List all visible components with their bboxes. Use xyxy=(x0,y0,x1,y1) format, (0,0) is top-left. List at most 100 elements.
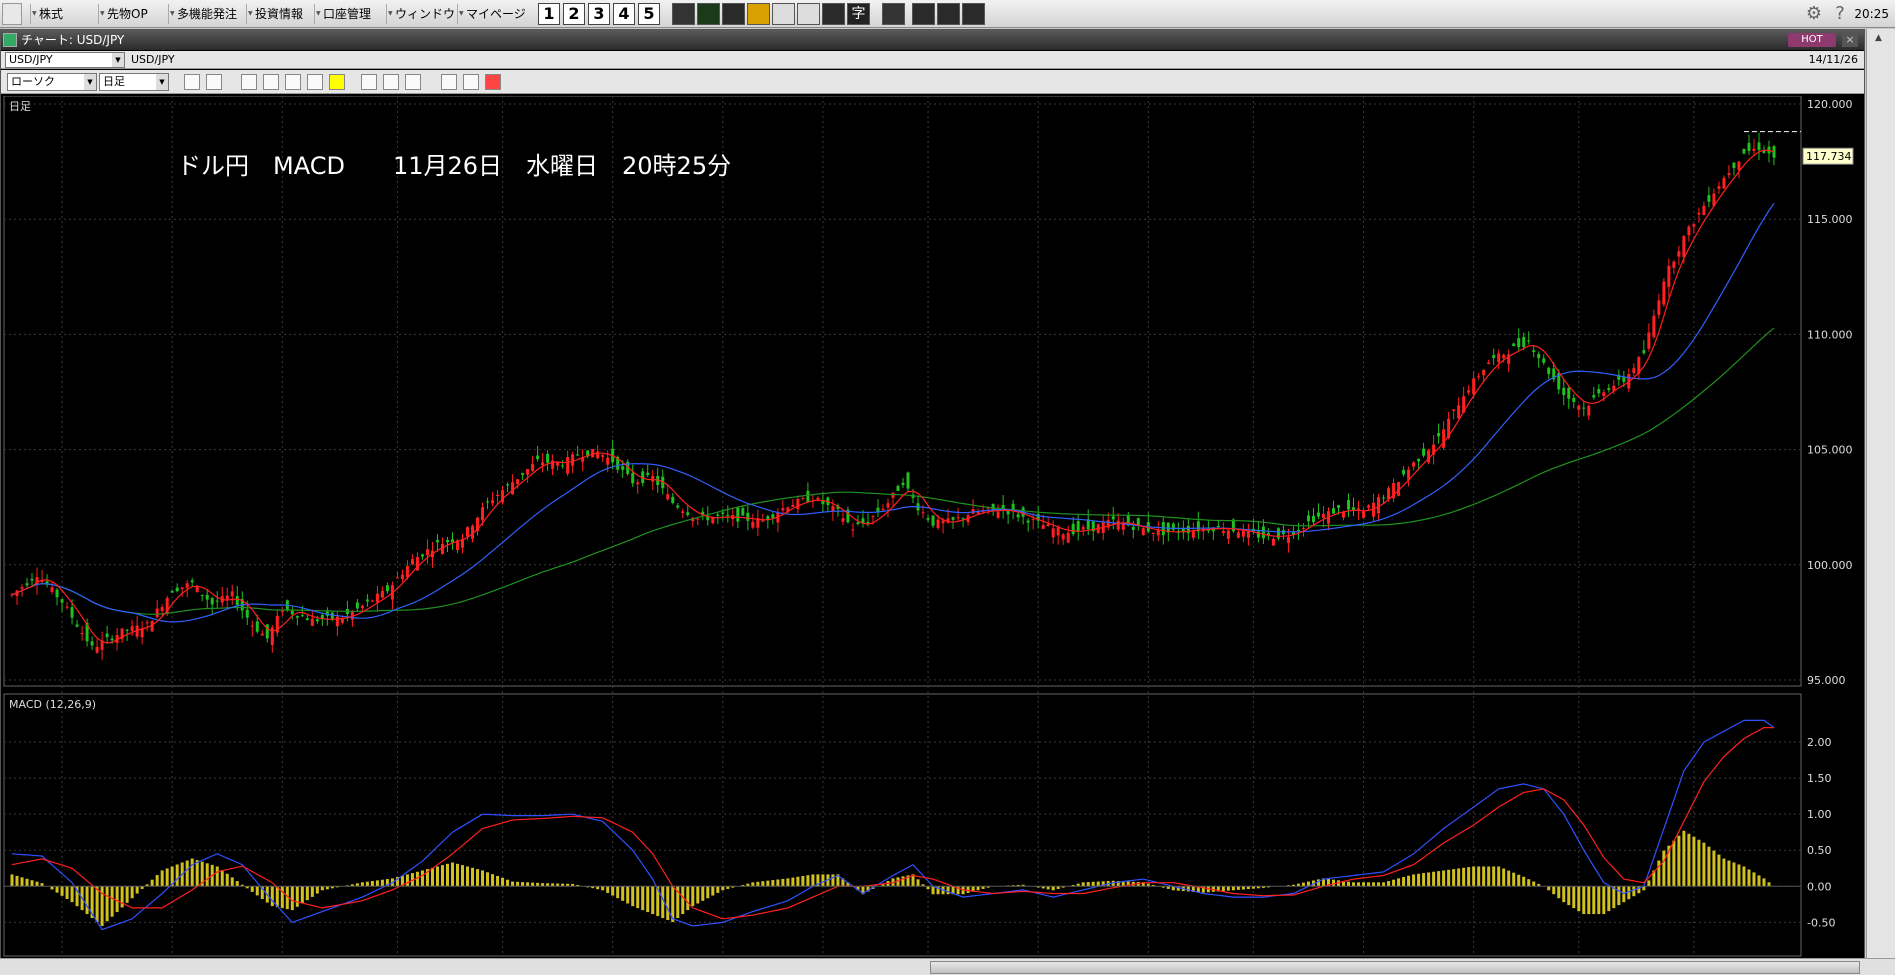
chart-type-value: ローソク xyxy=(11,75,55,88)
clock: 20:25 xyxy=(1854,7,1889,21)
menu-item-4[interactable]: 口座管理 xyxy=(314,4,371,24)
macd-histogram-bar xyxy=(531,882,535,887)
candle-body xyxy=(440,543,444,555)
scroll-up-icon[interactable]: ▲ xyxy=(1875,33,1882,43)
macd-histogram-bar xyxy=(1497,866,1501,887)
compare-icon[interactable] xyxy=(263,74,279,90)
macd-histogram-bar xyxy=(1687,833,1691,887)
window-close-icon[interactable]: × xyxy=(1842,33,1858,47)
candle-body xyxy=(1151,532,1155,535)
delete-all-icon[interactable] xyxy=(485,74,501,90)
preset-button-2[interactable]: 2 xyxy=(563,3,585,25)
right-scrollbar[interactable]: ▲ xyxy=(1866,29,1895,974)
scroll-thumb[interactable] xyxy=(930,961,1860,974)
macd-histogram-bar xyxy=(1722,858,1726,887)
candle-body xyxy=(1116,520,1120,530)
trend-chart-icon[interactable] xyxy=(962,3,985,25)
macd-histogram-bar xyxy=(511,881,515,887)
macd-histogram-bar xyxy=(516,881,520,887)
period-select[interactable]: 日足 ▼ xyxy=(99,73,169,91)
menu-item-1[interactable]: 先物OP xyxy=(98,4,148,24)
preset-button-3[interactable]: 3 xyxy=(588,3,610,25)
macd-histogram-bar xyxy=(796,876,800,887)
candle-body xyxy=(250,625,254,627)
preset-button-1[interactable]: 1 xyxy=(538,3,560,25)
quote-tool-icon[interactable] xyxy=(722,3,745,25)
pw-icon[interactable] xyxy=(882,3,905,25)
preset-button-4[interactable]: 4 xyxy=(613,3,635,25)
candle-body xyxy=(1577,405,1581,410)
chart-type-dropdown-icon[interactable]: ▼ xyxy=(84,74,96,90)
table-icon[interactable] xyxy=(285,74,301,90)
candle-body xyxy=(496,494,500,497)
chart-window: チャート: USD/JPY HOT × USD/JPY ▼ USD/JPY 14… xyxy=(0,29,1865,975)
chart-window-titlebar[interactable]: チャート: USD/JPY HOT × xyxy=(1,30,1864,50)
macd-histogram-bar xyxy=(1301,882,1305,887)
draw-line-icon[interactable] xyxy=(361,74,377,90)
macd-histogram-bar xyxy=(1367,882,1371,887)
candle-body xyxy=(315,619,319,622)
candle-body xyxy=(105,633,109,638)
candle-settings-icon[interactable] xyxy=(441,74,457,90)
candle-body xyxy=(1437,433,1441,437)
print-icon[interactable] xyxy=(772,3,795,25)
horizontal-scrollbar[interactable] xyxy=(0,958,1895,975)
settings-gear-icon[interactable]: ⚙ xyxy=(1803,3,1825,25)
candle-body xyxy=(1342,511,1346,518)
layout-icon[interactable] xyxy=(206,74,222,90)
menu-item-2[interactable]: 多機能発注 xyxy=(168,4,237,24)
macd-histogram-bar xyxy=(751,882,755,887)
color-settings-icon[interactable] xyxy=(463,74,479,90)
macd-y-tick-label: 0.00 xyxy=(1807,880,1832,893)
macd-histogram-bar xyxy=(1532,881,1536,887)
macd-histogram-bar xyxy=(85,886,89,915)
menu-item-6[interactable]: マイページ xyxy=(457,4,526,24)
candle-body xyxy=(676,505,680,508)
candle-body xyxy=(1687,226,1691,236)
hot-badge[interactable]: HOT xyxy=(1788,33,1836,47)
help-icon[interactable]: ? xyxy=(1829,3,1851,25)
candle-body xyxy=(205,594,209,600)
lock-icon[interactable] xyxy=(747,3,770,25)
macd-histogram-bar xyxy=(235,881,239,887)
macd-histogram-bar xyxy=(756,881,760,887)
candle-body xyxy=(180,587,184,589)
macd-histogram-bar xyxy=(1362,882,1366,887)
chart-canvas[interactable]: 120.000 115.000 110.000 105.000 100.000 95.00… xyxy=(1,96,1864,975)
candle-body xyxy=(741,508,745,516)
menu-item-0[interactable]: 株式 xyxy=(30,4,63,24)
candle-body xyxy=(295,615,299,618)
macd-histogram-bar xyxy=(1236,886,1240,890)
macd-histogram-bar xyxy=(461,865,465,887)
line-chart-icon[interactable] xyxy=(937,3,960,25)
menu-item-3[interactable]: 投資情報 xyxy=(246,4,303,24)
preset-button-5[interactable]: 5 xyxy=(638,3,660,25)
ticker-tool-icon[interactable] xyxy=(697,3,720,25)
macd-histogram-bar xyxy=(105,886,109,922)
chart-tool-icon[interactable] xyxy=(672,3,695,25)
macd-histogram-bar xyxy=(1612,886,1616,909)
chart-type-select[interactable]: ローソク ▼ xyxy=(7,73,97,91)
zoom-icon[interactable] xyxy=(184,74,200,90)
window-icon[interactable] xyxy=(797,3,820,25)
bar-chart-icon[interactable] xyxy=(912,3,935,25)
menu-item-5[interactable]: ウィンドウ xyxy=(386,4,455,24)
undo-icon[interactable] xyxy=(405,74,421,90)
grid-icon[interactable] xyxy=(307,74,323,90)
candle-body xyxy=(1402,470,1406,475)
app-logo-icon[interactable] xyxy=(2,3,22,25)
candle-body xyxy=(215,600,219,602)
macd-histogram-bar xyxy=(1757,875,1761,887)
alert-icon[interactable] xyxy=(329,74,345,90)
indicator-icon[interactable] xyxy=(241,74,257,90)
candle-body xyxy=(1226,530,1230,539)
period-dropdown-icon[interactable]: ▼ xyxy=(156,74,168,90)
symbol-dropdown-icon[interactable]: ▼ xyxy=(112,53,124,67)
symbol-input[interactable]: USD/JPY ▼ xyxy=(5,52,125,68)
font-size-icon[interactable]: 字 xyxy=(847,3,870,25)
macd-histogram-bar xyxy=(1712,850,1716,887)
record-icon[interactable] xyxy=(822,3,845,25)
candle-body xyxy=(1041,525,1045,529)
candle-body xyxy=(681,511,685,514)
pointer-icon[interactable] xyxy=(383,74,399,90)
